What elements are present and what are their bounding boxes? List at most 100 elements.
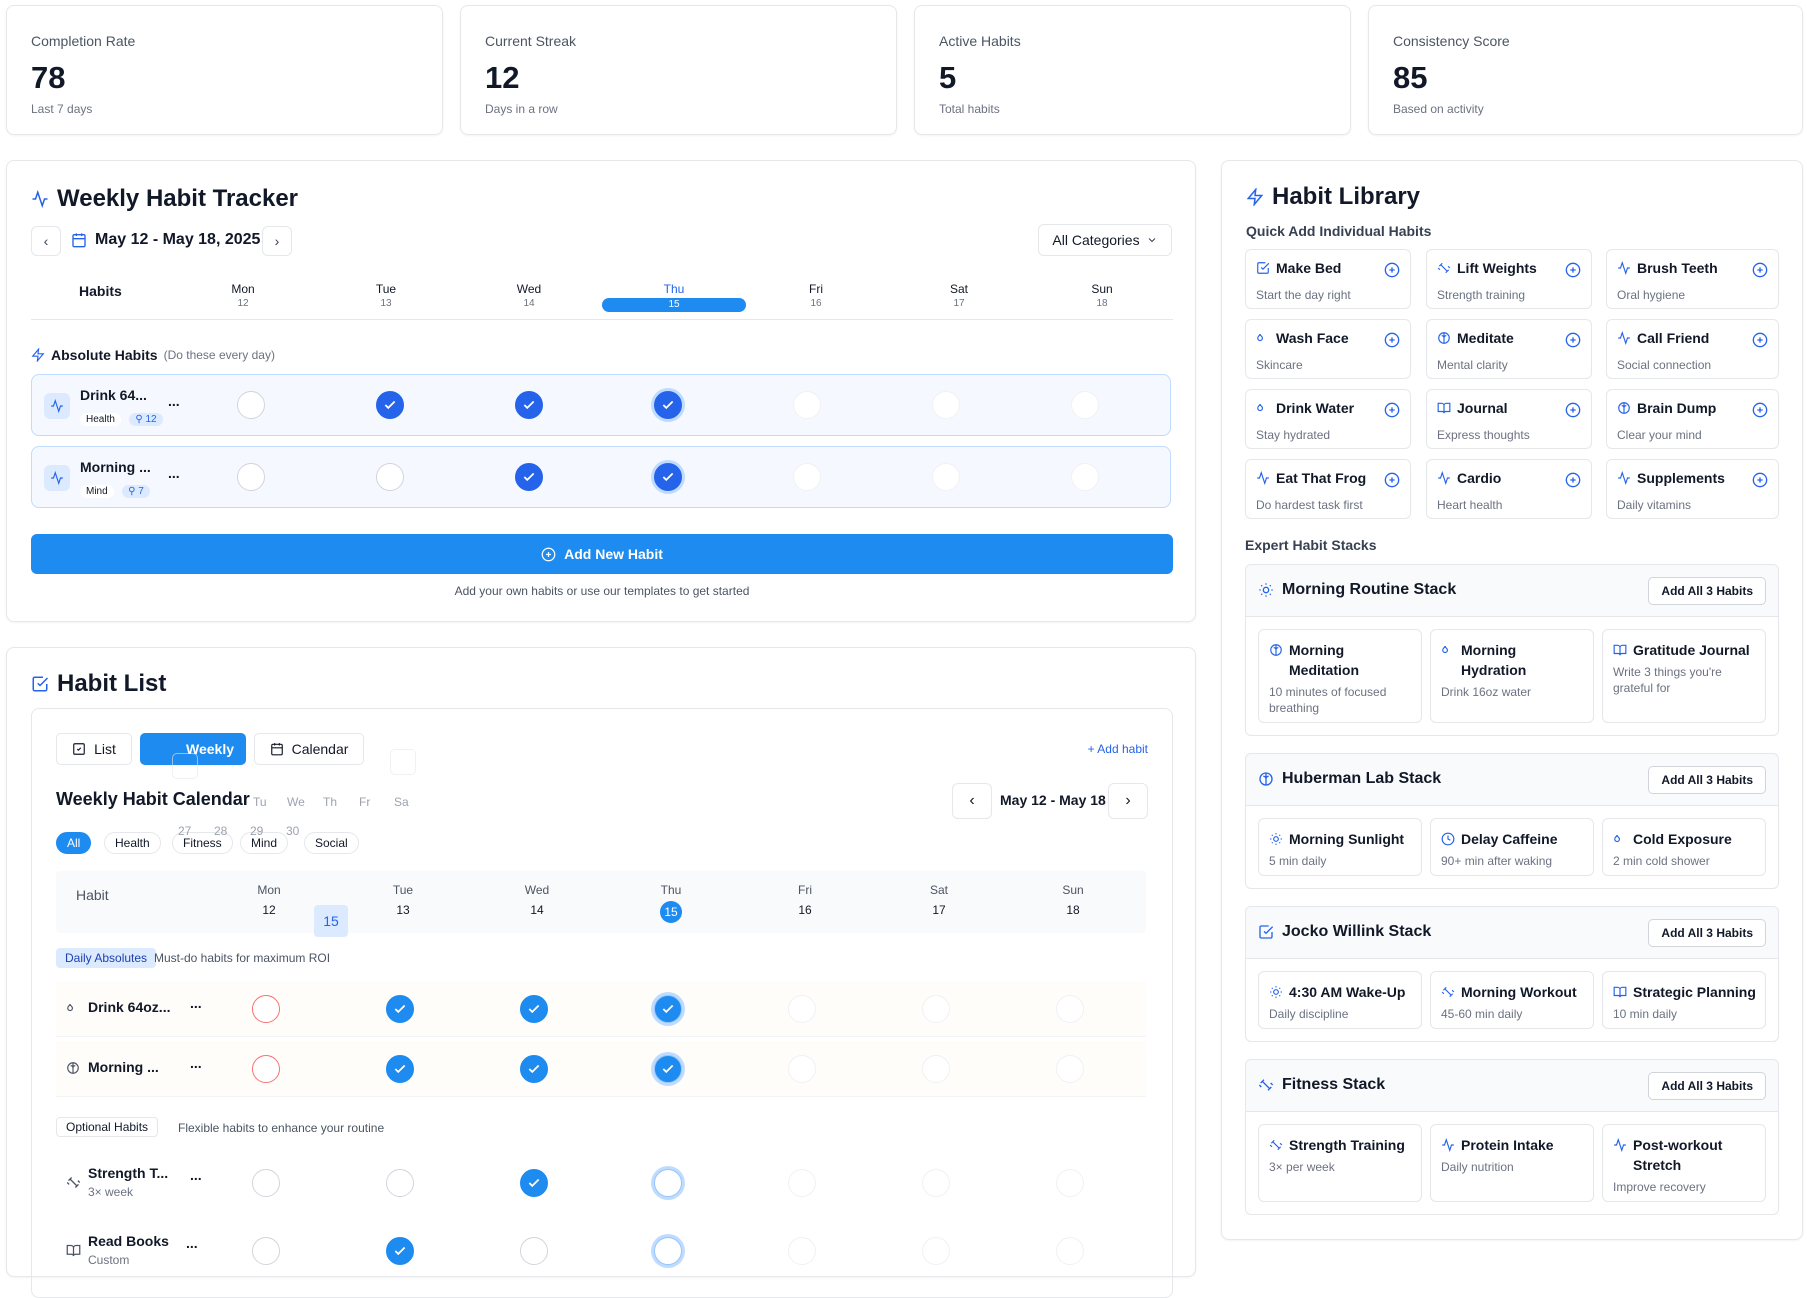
check-circle[interactable] — [515, 463, 543, 491]
check-circle[interactable] — [932, 463, 960, 491]
check-circle[interactable] — [654, 995, 682, 1023]
more-menu-button[interactable]: ... — [168, 465, 180, 481]
stack-item[interactable]: Morning Sunlight 5 min daily — [1258, 818, 1422, 876]
check-circle[interactable] — [654, 463, 682, 491]
check-circle[interactable] — [252, 1169, 280, 1197]
tab-calendar[interactable]: Calendar — [254, 733, 364, 765]
library-item[interactable]: Lift Weights Strength training — [1426, 249, 1592, 309]
add-all-habits-button[interactable]: Add All 3 Habits — [1648, 766, 1766, 794]
library-item[interactable]: Supplements Daily vitamins — [1606, 459, 1779, 519]
library-item[interactable]: Meditate Mental clarity — [1426, 319, 1592, 379]
stack-item[interactable]: Delay Caffeine 90+ min after waking — [1430, 818, 1594, 876]
check-circle[interactable] — [1071, 391, 1099, 419]
check-circle[interactable] — [793, 391, 821, 419]
check-circle[interactable] — [376, 463, 404, 491]
filter-all[interactable]: All — [56, 832, 92, 854]
check-circle[interactable] — [922, 1237, 950, 1265]
library-item[interactable]: Eat That Frog Do hardest task first — [1245, 459, 1411, 519]
plus-circle-icon[interactable] — [1384, 332, 1400, 348]
check-circle[interactable] — [237, 391, 265, 419]
filter-health[interactable]: Health — [104, 832, 161, 854]
stack-item[interactable]: Strategic Planning 10 min daily — [1602, 971, 1766, 1029]
plus-circle-icon[interactable] — [1752, 332, 1768, 348]
check-circle[interactable] — [386, 1169, 414, 1197]
check-circle[interactable] — [922, 995, 950, 1023]
stack-item[interactable]: Post-workout Stretch Improve recovery — [1602, 1124, 1766, 1202]
category-select[interactable]: All Categories — [1038, 224, 1172, 256]
add-all-habits-button[interactable]: Add All 3 Habits — [1648, 577, 1766, 605]
check-circle[interactable] — [252, 995, 280, 1023]
check-circle[interactable] — [654, 1169, 682, 1197]
add-habit-link[interactable]: + Add habit — [1088, 742, 1148, 756]
tab-list[interactable]: List — [56, 733, 132, 765]
library-item[interactable]: Cardio Heart health — [1426, 459, 1592, 519]
library-item[interactable]: Brush Teeth Oral hygiene — [1606, 249, 1779, 309]
check-circle[interactable] — [654, 1055, 682, 1083]
plus-circle-icon[interactable] — [1565, 472, 1581, 488]
filter-mind[interactable]: Mind — [240, 832, 289, 854]
plus-circle-icon[interactable] — [1384, 262, 1400, 278]
check-circle[interactable] — [793, 463, 821, 491]
plus-circle-icon[interactable] — [1384, 472, 1400, 488]
library-item[interactable]: Drink Water Stay hydrated — [1245, 389, 1411, 449]
add-new-habit-button[interactable]: Add New Habit — [31, 534, 1173, 574]
check-circle[interactable] — [376, 391, 404, 419]
range-next-button[interactable]: › — [1108, 783, 1148, 819]
stack-item[interactable]: Gratitude Journal Write 3 things you're … — [1602, 629, 1766, 723]
check-circle[interactable] — [237, 463, 265, 491]
plus-circle-icon[interactable] — [1565, 402, 1581, 418]
prev-week-button[interactable]: ‹ — [31, 226, 61, 256]
check-circle[interactable] — [788, 1169, 816, 1197]
check-circle[interactable] — [386, 1055, 414, 1083]
stack-item[interactable]: Strength Training 3× per week — [1258, 1124, 1422, 1202]
add-all-habits-button[interactable]: Add All 3 Habits — [1648, 1072, 1766, 1100]
library-item[interactable]: Make Bed Start the day right — [1245, 249, 1411, 309]
library-item[interactable]: Call Friend Social connection — [1606, 319, 1779, 379]
habit-name[interactable]: Drink 64oz... — [88, 999, 170, 1015]
range-prev-button[interactable]: ‹ — [952, 783, 992, 819]
next-week-button[interactable]: › — [262, 226, 292, 256]
library-item[interactable]: Journal Express thoughts — [1426, 389, 1592, 449]
check-circle[interactable] — [1071, 463, 1099, 491]
stack-item[interactable]: Cold Exposure 2 min cold shower — [1602, 818, 1766, 876]
check-circle[interactable] — [520, 995, 548, 1023]
habit-name[interactable]: Morning ... — [88, 1059, 159, 1075]
check-circle[interactable] — [520, 1055, 548, 1083]
more-menu-button[interactable]: ... — [190, 995, 202, 1011]
check-circle[interactable] — [788, 995, 816, 1023]
check-circle[interactable] — [922, 1169, 950, 1197]
check-circle[interactable] — [1056, 995, 1084, 1023]
stack-item[interactable]: Protein Intake Daily nutrition — [1430, 1124, 1594, 1202]
check-circle[interactable] — [520, 1237, 548, 1265]
stack-item[interactable]: Morning Workout 45-60 min daily — [1430, 971, 1594, 1029]
more-menu-button[interactable]: ... — [186, 1235, 198, 1251]
check-circle[interactable] — [922, 1055, 950, 1083]
check-circle[interactable] — [252, 1055, 280, 1083]
check-circle[interactable] — [386, 1237, 414, 1265]
check-circle[interactable] — [252, 1237, 280, 1265]
check-circle[interactable] — [654, 1237, 682, 1265]
plus-circle-icon[interactable] — [1384, 402, 1400, 418]
plus-circle-icon[interactable] — [1752, 472, 1768, 488]
check-circle[interactable] — [386, 995, 414, 1023]
add-all-habits-button[interactable]: Add All 3 Habits — [1648, 919, 1766, 947]
check-circle[interactable] — [788, 1055, 816, 1083]
check-circle[interactable] — [788, 1237, 816, 1265]
check-circle[interactable] — [520, 1169, 548, 1197]
check-circle[interactable] — [1056, 1055, 1084, 1083]
habit-name[interactable]: Morning ... — [80, 459, 151, 475]
plus-circle-icon[interactable] — [1752, 262, 1768, 278]
plus-circle-icon[interactable] — [1752, 402, 1768, 418]
library-item[interactable]: Brain Dump Clear your mind — [1606, 389, 1779, 449]
check-circle[interactable] — [515, 391, 543, 419]
plus-circle-icon[interactable] — [1565, 262, 1581, 278]
check-circle[interactable] — [654, 391, 682, 419]
filter-social[interactable]: Social — [304, 832, 359, 854]
habit-name[interactable]: Strength T... — [88, 1165, 168, 1181]
check-circle[interactable] — [932, 391, 960, 419]
library-item[interactable]: Wash Face Skincare — [1245, 319, 1411, 379]
stack-item[interactable]: 4:30 AM Wake-Up Daily discipline — [1258, 971, 1422, 1029]
habit-name[interactable]: Read Books — [88, 1233, 169, 1249]
habit-name[interactable]: Drink 64... — [80, 387, 147, 403]
stack-item[interactable]: Morning Hydration Drink 16oz water — [1430, 629, 1594, 723]
